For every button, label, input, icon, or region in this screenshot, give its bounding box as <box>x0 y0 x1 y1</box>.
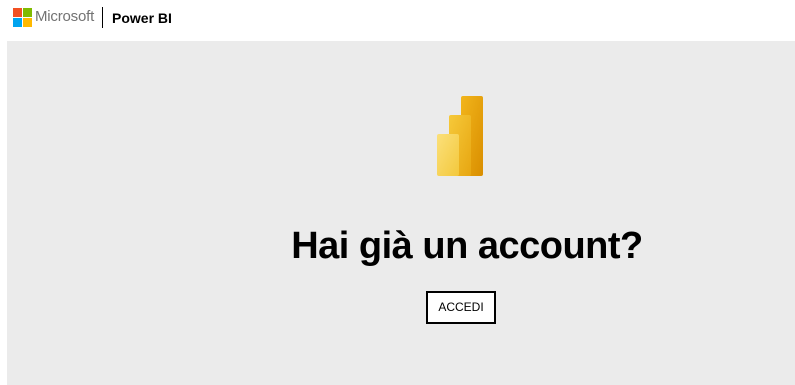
signin-hero: Hai già un account? ACCEDI <box>7 41 795 385</box>
page-title: Hai già un account? <box>291 225 643 267</box>
microsoft-logo-icon[interactable] <box>13 8 32 27</box>
header-divider <box>102 7 103 28</box>
top-bar: Microsoft Power BI <box>0 0 795 36</box>
product-name[interactable]: Power BI <box>112 8 172 28</box>
brand-name[interactable]: Microsoft <box>35 7 94 27</box>
signin-button[interactable]: ACCEDI <box>426 291 496 324</box>
power-bi-logo-icon <box>437 96 483 176</box>
